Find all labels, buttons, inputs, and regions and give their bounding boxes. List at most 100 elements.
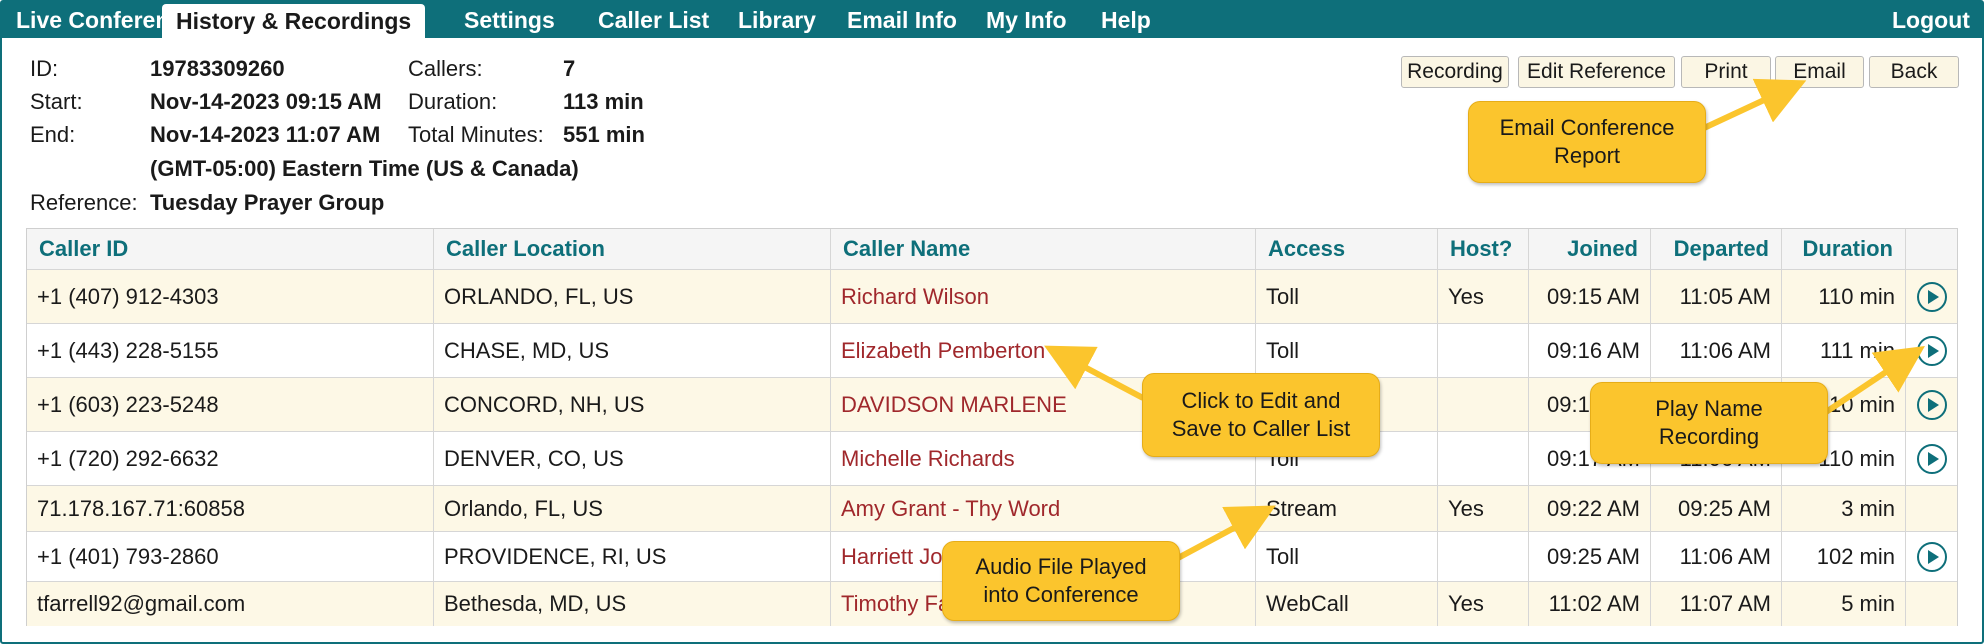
reference-value: Tuesday Prayer Group — [150, 190, 385, 215]
callout-edit-save: Click to Edit and Save to Caller List — [1142, 373, 1380, 457]
cell-access: Stream — [1255, 486, 1437, 532]
cell-caller-name-text[interactable]: Amy Grant - Thy Word — [841, 496, 1060, 522]
cell-caller-id: tfarrell92@gmail.com — [27, 582, 433, 626]
header-caller-id: Caller ID — [39, 236, 129, 261]
cell-access-text: Toll — [1266, 338, 1300, 363]
edit-reference-button[interactable]: Edit Reference — [1518, 56, 1675, 88]
cell-duration-text: 102 min — [1816, 544, 1895, 569]
tab-email-info[interactable]: Email Info — [847, 2, 957, 38]
cell-joined-text: 11:02 AM — [1548, 591, 1640, 616]
cell-departed: 11:06 AM — [1650, 324, 1781, 378]
header-play — [1905, 229, 1957, 269]
cell-caller-location-text: DENVER, CO, US — [444, 446, 624, 471]
cell-access-text: Stream — [1266, 496, 1337, 521]
header-access: Access — [1255, 229, 1437, 269]
cell-access: Toll — [1255, 270, 1437, 324]
id-label: ID: — [30, 56, 59, 81]
cell-joined: 11:02 AM — [1528, 582, 1650, 626]
table-header-row: Caller ID Caller Location Caller Name Ac… — [27, 229, 1957, 269]
cell-duration: 5 min — [1781, 582, 1905, 626]
cell-caller-location: ORLANDO, FL, US — [433, 270, 830, 324]
cell-play — [1905, 486, 1957, 532]
timezone: (GMT-05:00) Eastern Time (US & Canada) — [150, 156, 579, 181]
cell-access: Toll — [1255, 532, 1437, 582]
cell-duration-text: 111 min — [1819, 338, 1895, 363]
cell-caller-name: Richard Wilson — [830, 270, 1255, 324]
cell-joined: 09:15 AM — [1528, 270, 1650, 324]
table-row: +1 (443) 228-5155 CHASE, MD, US Elizabeth … — [27, 323, 1957, 378]
callout-audio-file: Audio File Played into Conference — [942, 541, 1180, 621]
end-time: Nov-14-2023 11:07 AM — [150, 122, 381, 147]
cell-caller-name-text[interactable]: DAVIDSON MARLENE — [841, 392, 1067, 418]
cell-caller-location-text: Orlando, FL, US — [444, 496, 603, 521]
callout-email-line2: Report — [1553, 143, 1621, 168]
cell-caller-id-text: +1 (720) 292-6632 — [37, 446, 219, 471]
email-button[interactable]: Email — [1775, 56, 1864, 88]
play-name-recording-icon[interactable] — [1916, 336, 1947, 366]
tab-caller-list[interactable]: Caller List — [598, 2, 709, 38]
tab-my-info[interactable]: My Info — [986, 2, 1067, 38]
cell-caller-location-text: PROVIDENCE, RI, US — [444, 544, 667, 569]
cell-duration-text: 110 min — [1818, 446, 1895, 471]
total-minutes-label: Total Minutes: — [408, 122, 544, 147]
header-joined: Joined — [1528, 229, 1650, 269]
cell-play — [1905, 270, 1957, 324]
cell-host — [1437, 432, 1528, 486]
cell-joined: 09:16 AM — [1528, 324, 1650, 378]
start-time: Nov-14-2023 09:15 AM — [150, 89, 382, 114]
top-nav: Live Conference History & Recordings Set… — [2, 2, 1982, 38]
cell-host — [1437, 378, 1528, 432]
cell-caller-location: DENVER, CO, US — [433, 432, 830, 486]
tab-history-recordings[interactable]: History & Recordings — [162, 4, 426, 38]
callout-audio-line2: into Conference — [983, 582, 1139, 607]
tab-help[interactable]: Help — [1101, 2, 1151, 38]
start-label: Start: — [30, 89, 83, 114]
cell-duration: 3 min — [1781, 486, 1905, 532]
cell-host — [1437, 532, 1528, 582]
callout-play-name: Play Name Recording — [1590, 382, 1828, 464]
cell-caller-id-text: +1 (603) 223-5248 — [37, 392, 219, 417]
cell-caller-id-text: +1 (443) 228-5155 — [37, 338, 219, 363]
print-button[interactable]: Print — [1681, 56, 1771, 88]
cell-caller-name-text[interactable]: Richard Wilson — [841, 284, 989, 310]
cell-play — [1905, 324, 1957, 378]
cell-caller-name-text[interactable]: Michelle Richards — [841, 446, 1015, 472]
cell-caller-location: Bethesda, MD, US — [433, 582, 830, 626]
cell-duration: 111 min — [1781, 324, 1905, 378]
play-name-recording-icon[interactable] — [1916, 390, 1947, 420]
cell-access: WebCall — [1255, 582, 1437, 626]
cell-access-text: Toll — [1266, 284, 1300, 309]
header-caller-name: Caller Name — [830, 229, 1255, 269]
table-row: +1 (407) 912-4303 ORLANDO, FL, US Richard … — [27, 269, 1957, 324]
cell-caller-id: +1 (443) 228-5155 — [27, 324, 433, 378]
play-name-recording-icon[interactable] — [1916, 444, 1947, 474]
logout-link[interactable]: Logout — [1892, 2, 1970, 38]
cell-caller-location-text: CONCORD, NH, US — [444, 392, 645, 417]
header-departed: Departed — [1650, 229, 1781, 269]
tab-settings[interactable]: Settings — [464, 2, 555, 38]
cell-departed: 11:07 AM — [1650, 582, 1781, 626]
header-caller-location: Caller Location — [433, 229, 830, 269]
cell-caller-name-text[interactable]: Elizabeth Pemberton — [841, 338, 1045, 364]
cell-access: Toll — [1255, 324, 1437, 378]
cell-duration-text: 110 min — [1818, 284, 1895, 309]
callout-email-report: Email Conference Report — [1468, 101, 1706, 183]
play-name-recording-icon[interactable] — [1916, 282, 1947, 312]
cell-caller-location: CHASE, MD, US — [433, 324, 830, 378]
recording-button[interactable]: Recording — [1401, 56, 1509, 88]
back-button[interactable]: Back — [1869, 56, 1959, 88]
cell-caller-location: Orlando, FL, US — [433, 486, 830, 532]
cell-departed-text: 11:06 AM — [1679, 544, 1771, 569]
cell-departed-text: 11:05 AM — [1679, 284, 1771, 309]
cell-play — [1905, 432, 1957, 486]
cell-duration-text: 110 min — [1818, 392, 1895, 417]
callout-edit-line1: Click to Edit and — [1181, 388, 1341, 413]
end-label: End: — [30, 122, 76, 147]
cell-caller-id: +1 (720) 292-6632 — [27, 432, 433, 486]
cell-caller-id: +1 (603) 223-5248 — [27, 378, 433, 432]
cell-play — [1905, 582, 1957, 626]
play-name-recording-icon[interactable] — [1916, 542, 1947, 572]
cell-caller-location: CONCORD, NH, US — [433, 378, 830, 432]
cell-departed-text: 11:06 AM — [1679, 338, 1771, 363]
tab-library[interactable]: Library — [738, 2, 816, 38]
